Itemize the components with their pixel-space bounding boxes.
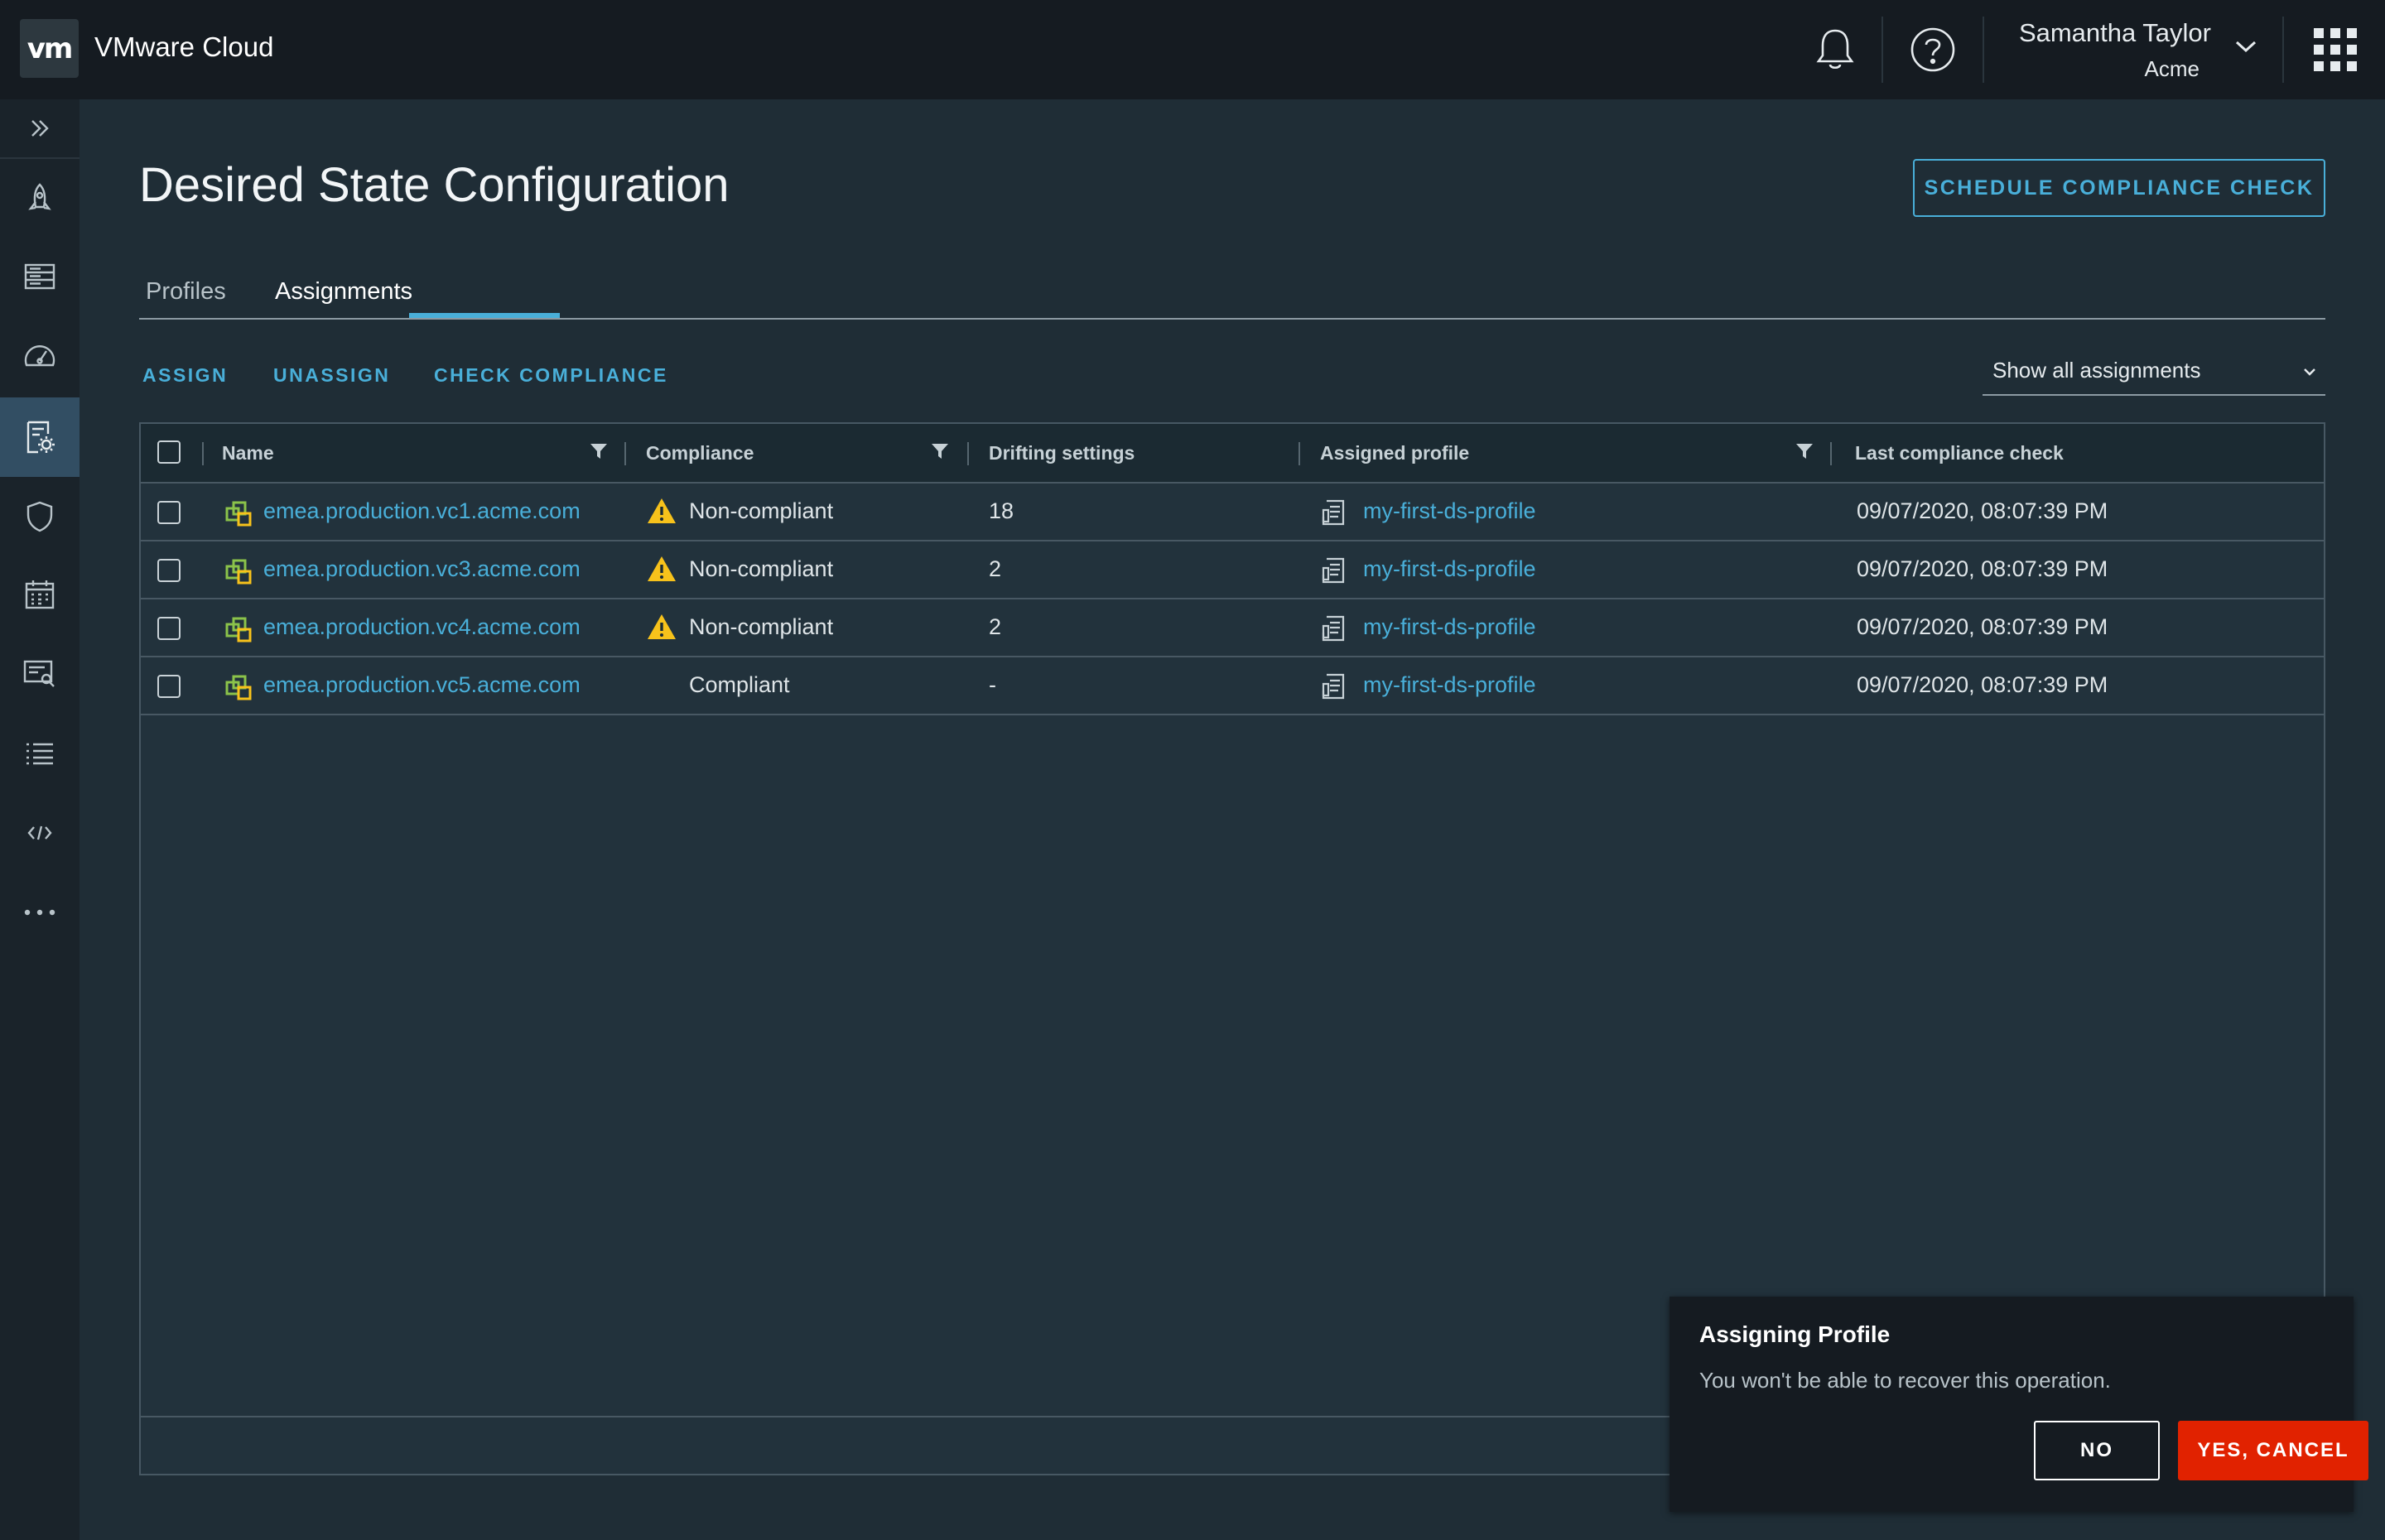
row-checkbox[interactable] bbox=[157, 617, 181, 640]
header-divider bbox=[1983, 17, 1984, 83]
row-checkbox[interactable] bbox=[157, 501, 181, 524]
last-compliance-check: 09/07/2020, 08:07:39 PM bbox=[1857, 556, 2108, 581]
row-checkbox[interactable] bbox=[157, 559, 181, 582]
header-divider bbox=[2282, 17, 2284, 83]
profile-icon bbox=[1320, 556, 1347, 589]
toast-title: Assigning Profile bbox=[1699, 1321, 1891, 1347]
tab-profiles[interactable]: Profiles bbox=[146, 278, 226, 306]
dashboard-icon[interactable] bbox=[0, 315, 80, 394]
help-icon[interactable] bbox=[1906, 23, 1959, 76]
column-header-drifting-settings[interactable]: Drifting settings bbox=[989, 442, 1135, 464]
header-divider bbox=[1882, 17, 1883, 83]
table-row[interactable]: emea.production.vc4.acme.com Non-complia… bbox=[141, 599, 2324, 657]
no-button[interactable]: NO bbox=[2034, 1421, 2160, 1480]
table-row[interactable]: emea.production.vc1.acme.com Non-complia… bbox=[141, 484, 2324, 541]
drifting-settings-count: 2 bbox=[989, 614, 1002, 639]
vcenter-icon bbox=[225, 616, 252, 647]
inventory-icon[interactable] bbox=[0, 237, 80, 316]
assignment-filter-value: Show all assignments bbox=[1992, 358, 2201, 383]
warning-icon bbox=[646, 497, 677, 529]
column-separator bbox=[1830, 442, 1832, 465]
bell-icon[interactable] bbox=[1809, 23, 1862, 76]
vcenter-icon bbox=[225, 558, 252, 589]
user-org[interactable]: Acme bbox=[2145, 56, 2200, 82]
drifting-settings-count: 18 bbox=[989, 498, 1014, 523]
drifting-settings-count: 2 bbox=[989, 556, 1002, 581]
app-grid-icon[interactable] bbox=[2314, 28, 2357, 71]
table-row[interactable]: emea.production.vc5.acme.com Compliant -… bbox=[141, 657, 2324, 715]
top-header: vm VMware Cloud Samantha Taylor Acme bbox=[0, 0, 2385, 99]
column-separator bbox=[967, 442, 969, 465]
column-separator bbox=[1298, 442, 1300, 465]
chevron-down-icon[interactable] bbox=[2234, 38, 2257, 59]
column-header-last-compliance-check[interactable]: Last compliance check bbox=[1855, 442, 2064, 464]
vcenter-icon bbox=[225, 500, 252, 531]
profile-icon bbox=[1320, 614, 1347, 647]
warning-icon bbox=[646, 555, 677, 587]
assignment-filter-select[interactable]: Show all assignments bbox=[1983, 348, 2325, 396]
column-header-assigned-profile[interactable]: Assigned profile bbox=[1320, 442, 1469, 464]
active-tab-indicator bbox=[409, 313, 560, 318]
schedule-compliance-check-button[interactable]: SCHEDULE COMPLIANCE CHECK bbox=[1913, 159, 2325, 217]
assign-button[interactable]: ASSIGN bbox=[142, 364, 228, 387]
report-search-icon[interactable] bbox=[0, 634, 80, 714]
column-separator bbox=[624, 442, 626, 465]
compliance-status: Non-compliant bbox=[689, 498, 834, 523]
column-header-compliance[interactable]: Compliance bbox=[646, 442, 754, 464]
more-icon[interactable] bbox=[0, 873, 80, 952]
drifting-settings-count: - bbox=[989, 672, 996, 697]
expand-icon[interactable] bbox=[0, 99, 80, 159]
last-compliance-check: 09/07/2020, 08:07:39 PM bbox=[1857, 498, 2108, 523]
yes-cancel-button[interactable]: YES, CANCEL bbox=[2178, 1421, 2368, 1480]
tab-bar: Profiles Assignments bbox=[139, 273, 2325, 320]
app-title[interactable]: VMware Cloud bbox=[94, 31, 273, 63]
vcenter-name-link[interactable]: emea.production.vc3.acme.com bbox=[263, 556, 581, 582]
check-compliance-button[interactable]: CHECK COMPLIANCE bbox=[434, 364, 668, 387]
profile-link[interactable]: my-first-ds-profile bbox=[1363, 498, 1536, 524]
profile-icon bbox=[1320, 498, 1347, 531]
table-row[interactable]: emea.production.vc3.acme.com Non-complia… bbox=[141, 541, 2324, 599]
vmware-logo[interactable]: vm bbox=[20, 19, 79, 78]
datagrid-header: Name Compliance Drifting settings Assign… bbox=[141, 424, 2324, 484]
last-compliance-check: 09/07/2020, 08:07:39 PM bbox=[1857, 672, 2108, 697]
page-title: Desired State Configuration bbox=[139, 158, 730, 212]
rocket-icon[interactable] bbox=[0, 159, 80, 238]
profile-link[interactable]: my-first-ds-profile bbox=[1363, 614, 1536, 640]
chevron-down-icon bbox=[2302, 366, 2317, 381]
user-name[interactable]: Samantha Taylor bbox=[2019, 18, 2211, 48]
unassign-button[interactable]: UNASSIGN bbox=[273, 364, 390, 387]
list-icon[interactable] bbox=[0, 714, 80, 793]
filter-icon[interactable] bbox=[590, 442, 608, 464]
config-profile-icon[interactable] bbox=[0, 397, 80, 477]
warning-icon bbox=[646, 613, 677, 645]
vcenter-icon bbox=[225, 674, 252, 705]
compliance-status: Compliant bbox=[689, 672, 790, 697]
row-checkbox[interactable] bbox=[157, 675, 181, 698]
vcenter-name-link[interactable]: emea.production.vc1.acme.com bbox=[263, 498, 581, 524]
profile-icon bbox=[1320, 672, 1347, 705]
profile-link[interactable]: my-first-ds-profile bbox=[1363, 556, 1536, 582]
last-compliance-check: 09/07/2020, 08:07:39 PM bbox=[1857, 614, 2108, 639]
vcenter-name-link[interactable]: emea.production.vc4.acme.com bbox=[263, 614, 581, 640]
code-icon[interactable] bbox=[0, 793, 80, 873]
filter-icon[interactable] bbox=[1795, 442, 1814, 464]
column-separator bbox=[202, 442, 204, 465]
shield-icon[interactable] bbox=[0, 477, 80, 556]
compliance-status: Non-compliant bbox=[689, 556, 834, 581]
select-all-checkbox[interactable] bbox=[157, 440, 181, 464]
confirmation-toast: Assigning Profile You won't be able to r… bbox=[1670, 1297, 2368, 1512]
toast-message: You won't be able to recover this operat… bbox=[1699, 1368, 2111, 1393]
filter-icon[interactable] bbox=[931, 442, 949, 464]
profile-link[interactable]: my-first-ds-profile bbox=[1363, 672, 1536, 698]
tab-assignments[interactable]: Assignments bbox=[275, 278, 412, 306]
column-header-name[interactable]: Name bbox=[222, 442, 274, 464]
vcenter-name-link[interactable]: emea.production.vc5.acme.com bbox=[263, 672, 581, 698]
side-navigation bbox=[0, 99, 80, 1540]
calendar-icon[interactable] bbox=[0, 555, 80, 634]
compliance-status: Non-compliant bbox=[689, 614, 834, 639]
